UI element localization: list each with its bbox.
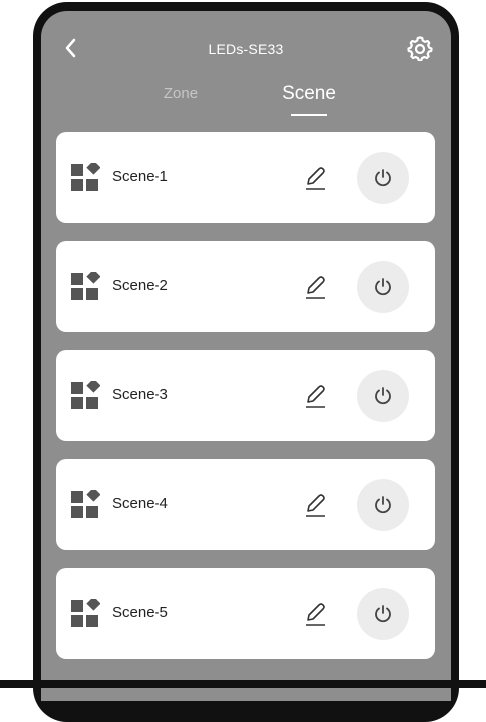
tab-scene[interactable]: Scene [274,83,344,105]
app-screen: LEDs-SE33 Zone Scene Scene-1 Scene-2 Sce… [41,11,451,701]
pencil-icon [306,385,325,408]
scene-grid-icon [71,272,100,300]
scene-name: Scene-1 [112,168,168,185]
scene-card[interactable]: Scene-2 [56,241,435,332]
scene-name: Scene-3 [112,386,168,403]
scene-grid-icon [71,381,100,409]
header: LEDs-SE33 [41,11,451,71]
gear-icon [407,36,433,62]
scene-name: Scene-2 [112,277,168,294]
pencil-icon [306,167,325,190]
edit-button[interactable] [304,601,328,627]
scene-grid-icon [71,490,100,518]
edit-button[interactable] [304,274,328,300]
power-icon [375,387,391,405]
scene-grid-icon [71,163,100,191]
power-icon [375,278,391,296]
pencil-icon [306,603,325,626]
scene-card[interactable]: Scene-1 [56,132,435,223]
power-icon [375,169,391,187]
power-button[interactable] [357,479,409,531]
power-button[interactable] [357,588,409,640]
scene-card[interactable]: Scene-4 [56,459,435,550]
scene-grid-icon [71,599,100,627]
edit-button[interactable] [304,165,328,191]
active-tab-indicator [291,114,327,116]
power-button[interactable] [357,152,409,204]
page-title: LEDs-SE33 [208,41,284,57]
pencil-icon [306,494,325,517]
device-bottom-edge [0,680,486,688]
scene-name: Scene-5 [112,604,168,621]
pencil-icon [306,276,325,299]
power-icon [375,605,391,623]
scene-card[interactable]: Scene-3 [56,350,435,441]
settings-button[interactable] [407,35,433,62]
power-button[interactable] [357,370,409,422]
edit-button[interactable] [304,383,328,409]
edit-button[interactable] [304,492,328,518]
tab-zone[interactable]: Zone [151,85,211,102]
power-icon [375,496,391,514]
power-button[interactable] [357,261,409,313]
tab-bar: Zone Scene [41,83,451,123]
scene-card[interactable]: Scene-5 [56,568,435,659]
scene-name: Scene-4 [112,495,168,512]
